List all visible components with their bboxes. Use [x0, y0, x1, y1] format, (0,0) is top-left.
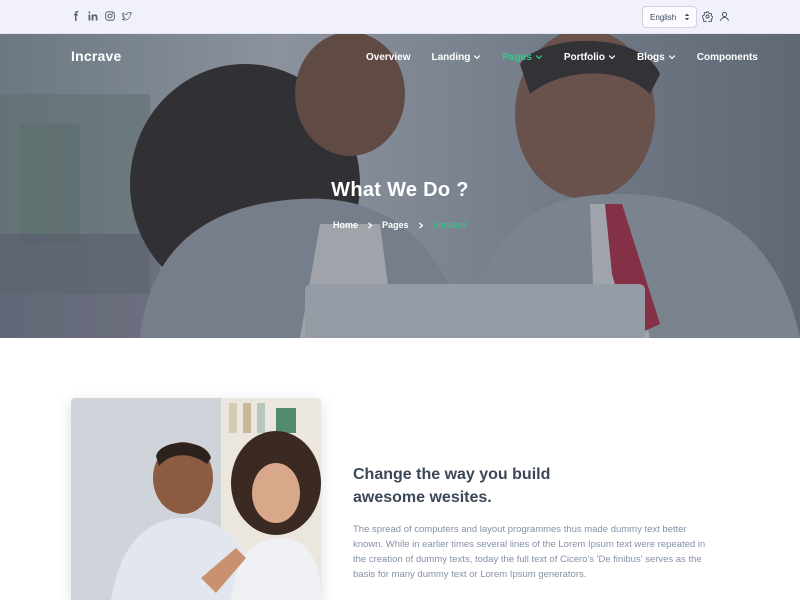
nav-item-label: Pages: [502, 51, 532, 63]
social-links: [71, 10, 132, 22]
breadcrumb-pages[interactable]: Pages: [382, 220, 409, 230]
breadcrumb: Home Pages Services: [0, 220, 800, 230]
nav-item-label: Blogs: [636, 51, 665, 63]
chevron-down-icon: [535, 55, 543, 60]
chevron-down-icon: [474, 55, 481, 60]
main-nav: Overview Landing Pages Portfolio Blogs C…: [366, 50, 758, 64]
nav-item-portfolio[interactable]: Portfolio: [564, 50, 616, 64]
select-caret-icon: [684, 13, 690, 21]
chevron-right-icon: [368, 221, 373, 229]
language-select-value: English: [650, 12, 677, 22]
chevron-down-icon: [608, 55, 616, 60]
twitter-icon[interactable]: [122, 10, 132, 22]
nav-item-pages[interactable]: Pages: [502, 50, 543, 64]
user-icon[interactable]: [719, 11, 730, 22]
page-title: What We Do ?: [331, 179, 469, 201]
linkedin-icon[interactable]: [88, 10, 98, 22]
settings-icon[interactable]: [702, 11, 713, 22]
chevron-down-icon: [668, 55, 675, 60]
nav-item-label: Landing: [431, 51, 471, 63]
language-select[interactable]: English: [642, 6, 697, 28]
facebook-icon[interactable]: [71, 10, 81, 22]
section-heading: Change the way you build awesome wesites…: [353, 463, 653, 509]
feature-image: [71, 398, 321, 600]
hero-section: Incrave Overview Landing Pages Portfolio…: [0, 34, 800, 338]
chevron-right-icon: [418, 221, 423, 229]
nav-item-components[interactable]: Components: [697, 50, 758, 64]
section-heading-line1: Change the way you build: [353, 466, 551, 483]
instagram-icon[interactable]: [105, 10, 115, 22]
section-description: The spread of computers and layout progr…: [353, 524, 706, 580]
brand-logo[interactable]: Incrave: [71, 48, 121, 64]
nav-item-label: Components: [696, 51, 758, 63]
nav-item-overview[interactable]: Overview: [366, 50, 410, 64]
nav-item-blogs[interactable]: Blogs: [637, 50, 676, 64]
nav-item-landing[interactable]: Landing: [431, 50, 481, 64]
nav-item-label: Overview: [366, 51, 411, 63]
top-bar: English: [0, 0, 800, 34]
section-heading-line2: awesome wesites.: [353, 489, 492, 506]
nav-item-label: Portfolio: [563, 51, 605, 63]
breadcrumb-current: Services: [432, 220, 468, 230]
breadcrumb-home[interactable]: Home: [333, 220, 358, 230]
